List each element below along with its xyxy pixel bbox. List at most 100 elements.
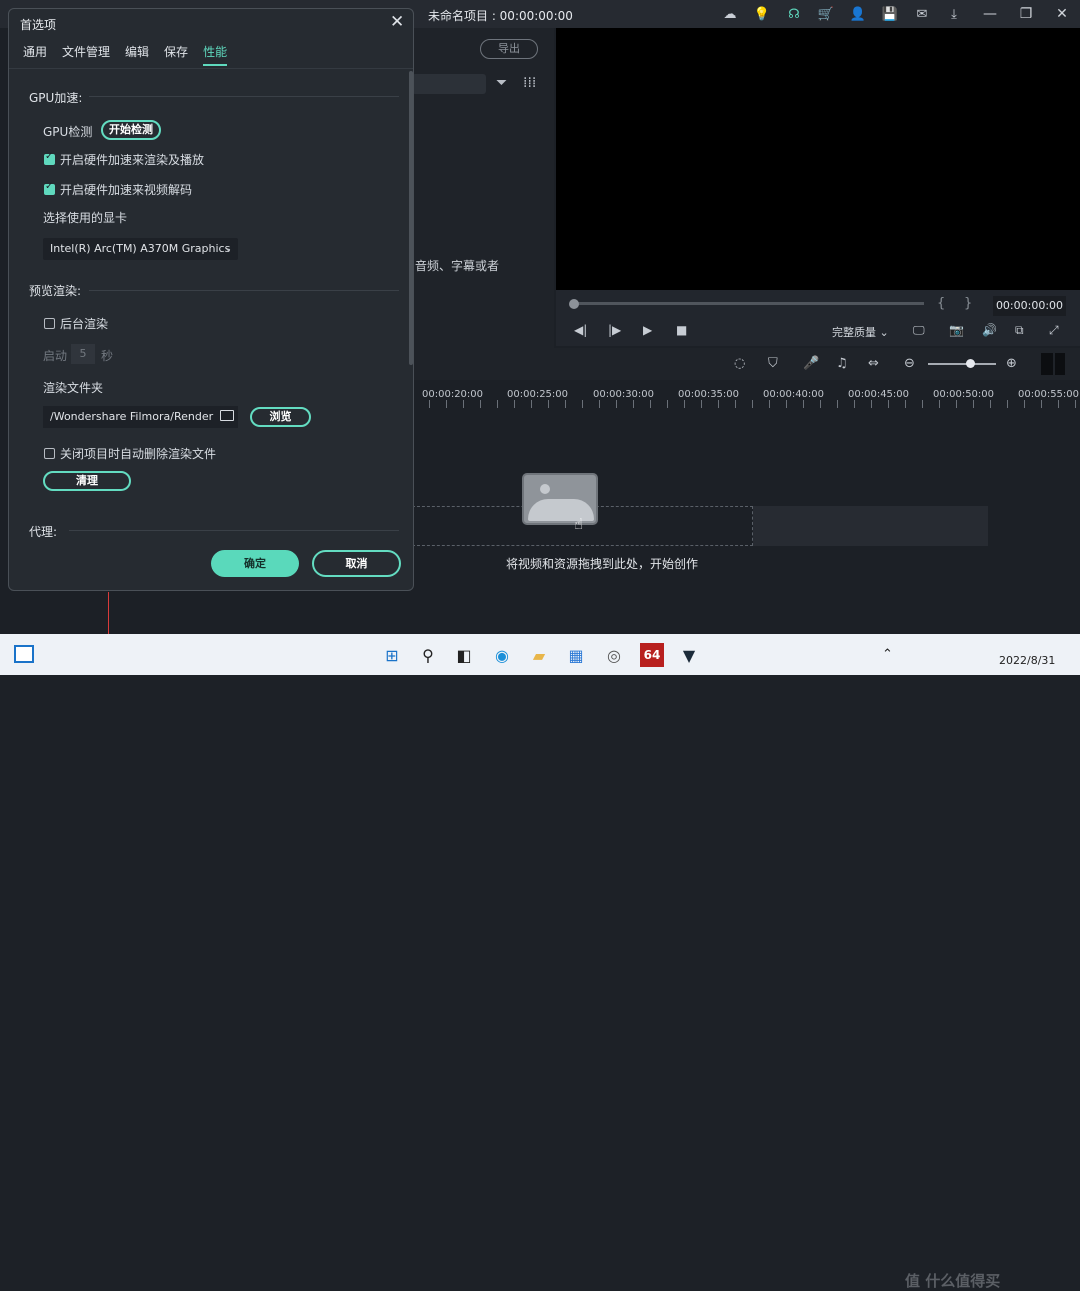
preference-tabs: 通用 文件管理 编辑 保存 性能 — [23, 43, 242, 66]
playhead[interactable] — [108, 592, 109, 634]
layout-icon[interactable]: ⧉ — [1015, 323, 1024, 338]
section-divider — [69, 530, 399, 531]
cart-icon[interactable]: 🛒 — [810, 4, 842, 24]
auto-delete-label: 关闭项目时自动删除渲染文件 — [60, 447, 217, 461]
render-folder-path[interactable]: /Wondershare Filmora/Render — [43, 406, 238, 428]
search-icon[interactable]: ⚲ — [416, 643, 440, 667]
watermark-text: 值 什么值得买 — [905, 1272, 1001, 1290]
ruler-tick-label: 00:00:35:00 — [678, 389, 740, 400]
tab-edit[interactable]: 编辑 — [125, 43, 149, 66]
auto-delete-checkbox[interactable] — [44, 448, 55, 459]
tab-general[interactable]: 通用 — [23, 43, 47, 66]
user-icon[interactable]: 👤 — [842, 4, 874, 24]
ruler-ticks — [412, 400, 1080, 408]
aida64-icon[interactable]: 64 — [640, 643, 664, 667]
dialog-close-icon[interactable]: ✕ — [390, 12, 404, 32]
fullscreen-icon[interactable]: ⤢ — [1049, 323, 1059, 338]
zoom-slider[interactable] — [928, 363, 996, 365]
ruler-tick-label: 00:00:50:00 — [933, 389, 995, 400]
gpu-select[interactable]: Intel(R) Arc(TM) A370M Graphics ⌄ — [43, 238, 238, 260]
tab-performance[interactable]: 性能 — [203, 43, 228, 66]
clean-button[interactable]: 清理 — [43, 471, 131, 491]
marker-icon[interactable]: ⛉ — [768, 356, 778, 371]
next-frame-icon[interactable]: |▶ — [608, 323, 621, 337]
explorer-icon[interactable]: ▰ — [527, 643, 551, 667]
save-icon[interactable]: 💾 — [874, 4, 906, 24]
quality-select[interactable]: 完整质量 ⌄ — [832, 324, 889, 340]
snapshot-icon[interactable]: 📷 — [949, 323, 964, 337]
hw-render-label: 开启硬件加速来渲染及播放 — [60, 153, 205, 167]
play-icon[interactable]: ▶ — [643, 323, 652, 337]
edge-icon[interactable]: ◉ — [490, 643, 514, 667]
gpu-detect-button[interactable]: 开始检测 — [101, 120, 161, 140]
hw-render-checkbox[interactable] — [44, 151, 55, 165]
track-area[interactable] — [753, 506, 988, 546]
mail-icon[interactable]: ✉ — [906, 4, 938, 24]
thumbnail-sun-icon — [540, 484, 550, 494]
project-title: 未命名项目 : 00:00:00:00 — [428, 9, 573, 23]
start-icon[interactable]: ⊞ — [380, 643, 404, 667]
split-view-icon[interactable] — [1041, 353, 1065, 375]
track-drop-hint: 将视频和资源拖拽到此处，开始创作 — [506, 557, 699, 571]
support-icon[interactable]: ☊ — [778, 4, 810, 24]
render-icon[interactable]: ◌ — [734, 356, 745, 371]
scrub-handle[interactable] — [569, 299, 579, 309]
hand-cursor-icon: ☝ — [574, 515, 584, 533]
preview-scrub-bar[interactable] — [574, 302, 924, 305]
seconds-label: 秒 — [101, 349, 114, 363]
mark-out-icon[interactable]: } — [964, 296, 972, 311]
gpu-select-label: 选择使用的显卡 — [43, 211, 128, 225]
zoom-slider-handle[interactable] — [966, 359, 975, 368]
browse-button[interactable]: 浏览 — [250, 407, 311, 427]
task-switch-icon[interactable]: ◧ — [452, 643, 476, 667]
ruler-tick-label: 00:00:25:00 — [507, 389, 569, 400]
minimize-icon[interactable]: — — [972, 0, 1008, 28]
ruler-tick-label: 00:00:30:00 — [593, 389, 655, 400]
audio-list-icon[interactable]: ♫ — [836, 356, 848, 371]
tab-save[interactable]: 保存 — [164, 43, 188, 66]
fit-timeline-icon[interactable]: ⇔ — [868, 356, 879, 371]
prev-frame-icon[interactable]: ◀| — [574, 323, 587, 337]
settings-icon[interactable]: ◎ — [602, 643, 626, 667]
task-view-icon[interactable] — [14, 645, 34, 663]
grid-view-icon[interactable]: ⁞⁞⁞ — [523, 75, 536, 91]
zoom-out-icon[interactable]: ⊖ — [904, 356, 915, 371]
display-icon[interactable]: 🖵 — [913, 323, 925, 338]
export-button[interactable]: 导出 — [480, 39, 538, 59]
zoom-in-icon[interactable]: ⊕ — [1006, 356, 1017, 371]
cloud-icon[interactable]: ☁ — [714, 4, 746, 24]
stop-icon[interactable]: ■ — [676, 323, 687, 337]
tray-chevron-icon[interactable]: ⌃ — [882, 647, 893, 662]
preview-timecode: 00:00:00:00 — [993, 296, 1066, 316]
filter-icon[interactable]: ⏷ — [496, 75, 507, 91]
bg-render-checkbox[interactable] — [44, 318, 55, 329]
preferences-dialog: 首选项 ✕ 通用 文件管理 编辑 保存 性能 GPU加速: GPU检测 开始检测… — [8, 8, 414, 591]
tab-divider — [9, 68, 413, 69]
render-folder-label: 渲染文件夹 — [43, 381, 104, 395]
folder-icon[interactable] — [220, 410, 234, 421]
section-divider — [89, 290, 399, 291]
section-divider — [89, 96, 399, 97]
gpu-detect-label: GPU检测 — [43, 125, 93, 139]
preview-section-title: 预览渲染: — [29, 284, 82, 298]
ok-button[interactable]: 确定 — [211, 550, 299, 577]
close-window-icon[interactable]: ✕ — [1044, 0, 1080, 28]
download-icon[interactable]: ⤓ — [938, 4, 970, 24]
title-bar-icons: ☁ 💡 ☊ 🛒 👤 💾 ✉ ⤓ — [714, 4, 970, 24]
dialog-scrollbar[interactable] — [409, 71, 413, 365]
mark-in-icon[interactable]: { — [937, 296, 945, 311]
store-icon[interactable]: ▦ — [564, 643, 588, 667]
ruler-tick-label: 00:00:40:00 — [763, 389, 825, 400]
start-seconds-input[interactable]: 5 — [71, 344, 95, 364]
cancel-button[interactable]: 取消 — [312, 550, 401, 577]
media-search-input[interactable] — [412, 74, 486, 94]
hw-decode-checkbox[interactable] — [44, 181, 55, 195]
mic-icon[interactable]: 🎤 — [803, 356, 819, 371]
volume-icon[interactable]: 🔊 — [982, 323, 997, 337]
filmora-icon[interactable]: ▼ — [677, 643, 701, 667]
window-controls: — ❐ ✕ — [972, 0, 1080, 28]
bulb-icon[interactable]: 💡 — [746, 4, 778, 24]
restore-icon[interactable]: ❐ — [1008, 0, 1044, 28]
start-label: 启动 — [43, 349, 68, 363]
tab-file-management[interactable]: 文件管理 — [62, 43, 110, 66]
